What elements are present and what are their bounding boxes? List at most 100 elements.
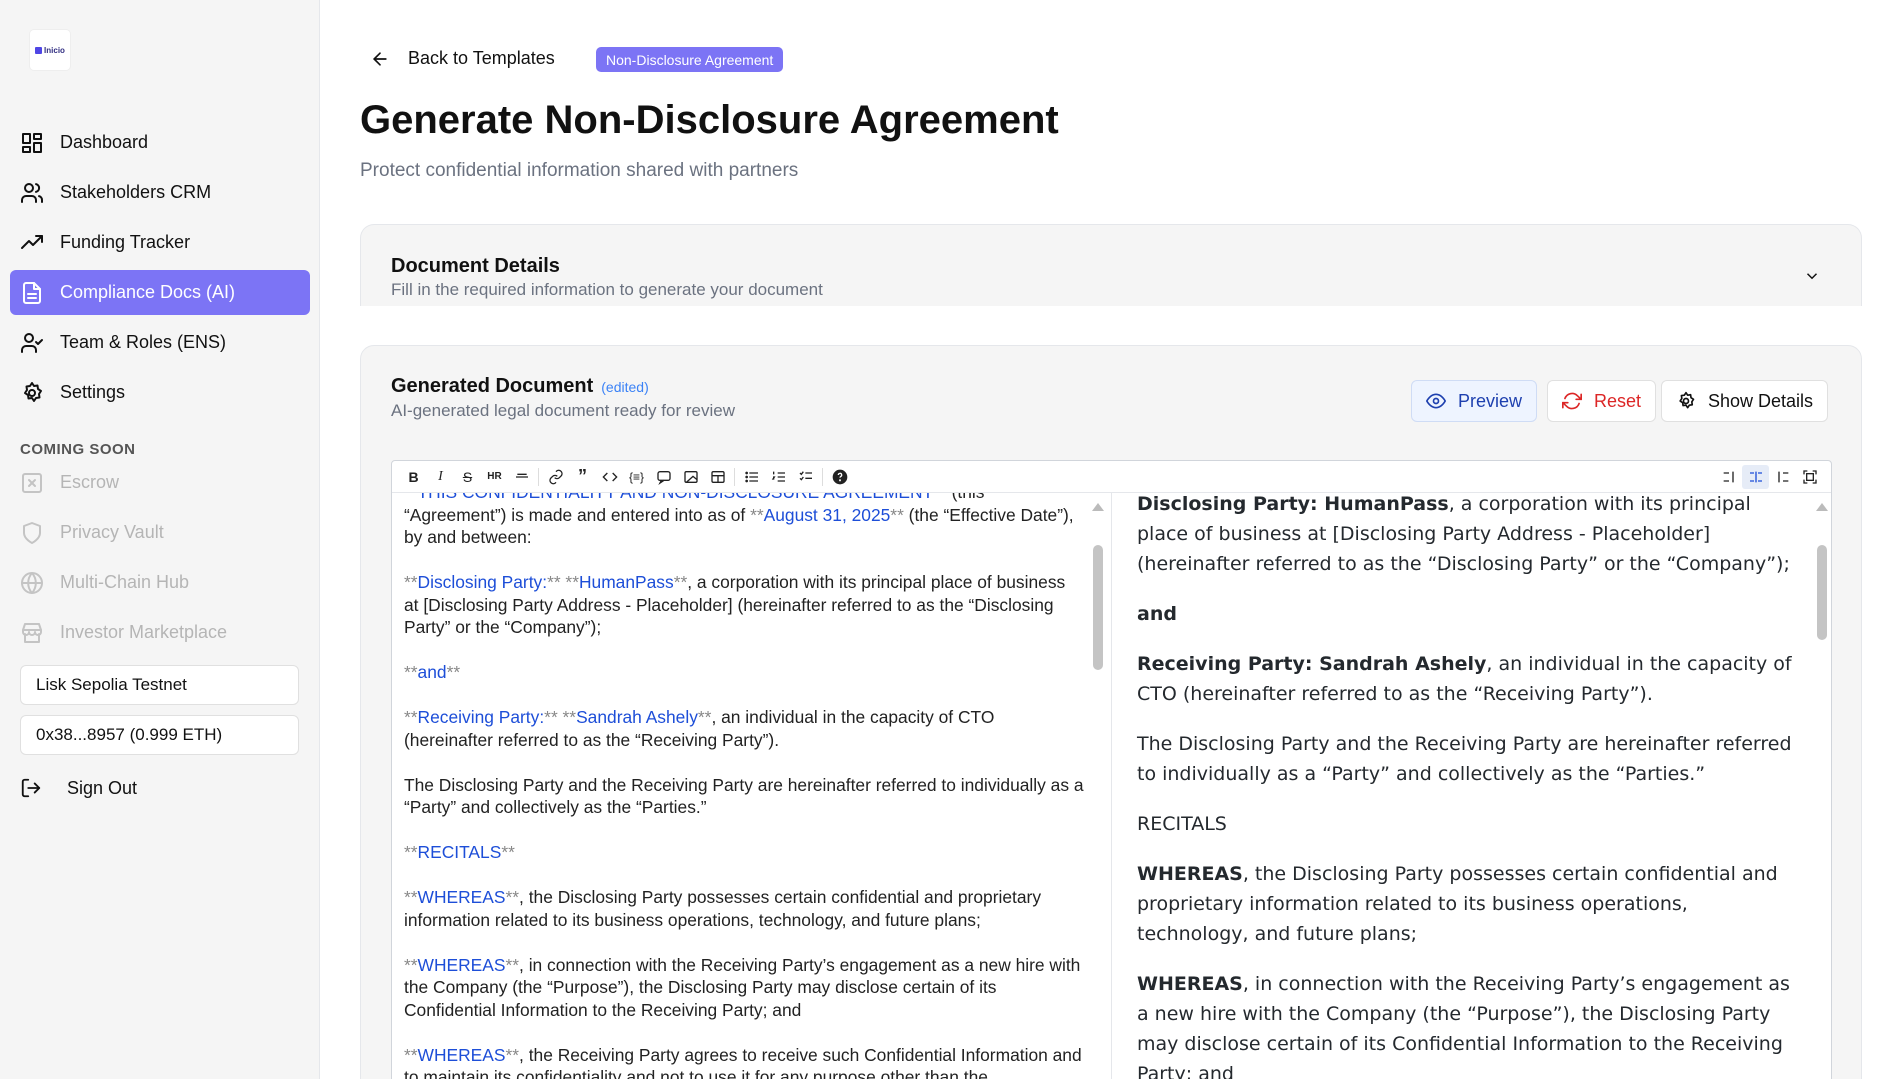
preview-pane[interactable]: Disclosing Party: HumanPass, a corporati… [1113, 493, 1831, 1079]
eye-icon [1426, 393, 1446, 409]
md-syntax: ** [446, 662, 461, 682]
list-icon [744, 471, 758, 482]
md-syntax: ** [501, 842, 515, 862]
document-details-card[interactable]: Document Details Fill in the required in… [360, 224, 1862, 306]
heading-button[interactable]: HR [481, 465, 508, 489]
markdown-source-pane[interactable]: **THIS CONFIDENTIALITY AND NON-DISCLOSUR… [392, 493, 1112, 1079]
help-button[interactable] [826, 465, 853, 489]
preview-scrollbar[interactable] [1817, 515, 1827, 1079]
back-to-templates-button[interactable]: Back to Templates [370, 48, 555, 69]
preview-button[interactable]: Preview [1411, 380, 1538, 422]
md-bold-text: August 31, 2025 [763, 504, 891, 525]
md-syntax: ** [404, 572, 418, 592]
reset-label: Reset [1594, 390, 1642, 411]
image-button[interactable] [677, 465, 704, 489]
show-details-label: Show Details [1708, 390, 1814, 411]
view-mode-controls [1715, 465, 1823, 489]
md-syntax: ** [505, 887, 520, 907]
page-title: Generate Non-Disclosure Agreement [360, 98, 1059, 142]
store-icon [22, 622, 42, 643]
code-button[interactable] [596, 465, 623, 489]
preview-mode-button[interactable] [1769, 465, 1796, 489]
md-syntax: ** ** [544, 707, 577, 727]
hr-button[interactable] [508, 465, 535, 489]
md-bold-text: WHEREAS [417, 954, 506, 975]
network-selector[interactable]: Lisk Sepolia Testnet [20, 665, 299, 705]
toolbar-divider [734, 467, 735, 486]
preview-bold: Disclosing Party: HumanPass [1137, 493, 1449, 515]
sidebar-item-label: Team & Roles (ENS) [60, 332, 227, 352]
checklist-icon [799, 470, 812, 481]
comment-button[interactable] [650, 465, 677, 489]
editor-scroll-thumb[interactable] [1093, 545, 1103, 670]
ordered-list-button[interactable] [765, 465, 792, 489]
split-mode-button[interactable] [1742, 465, 1769, 489]
refresh-icon [1562, 392, 1582, 410]
show-details-button[interactable]: Show Details [1661, 380, 1829, 422]
sidebar-item-dashboard[interactable]: Dashboard [10, 120, 310, 165]
quote-button[interactable]: ” [569, 465, 596, 489]
link-button[interactable] [542, 465, 569, 489]
sidebar-item-funding[interactable]: Funding Tracker [10, 220, 310, 265]
md-syntax: ** [404, 662, 418, 682]
fullscreen-button[interactable] [1796, 465, 1823, 489]
wallet-button[interactable]: 0x38...8957 (0.999 ETH) [20, 715, 299, 755]
edit-mode-button[interactable] [1715, 465, 1742, 489]
logo-text: Inicio [44, 45, 65, 55]
fullscreen-icon [1802, 470, 1817, 484]
md-syntax: ** [404, 954, 418, 975]
image-icon [683, 470, 698, 483]
preview-scroll-thumb[interactable] [1817, 545, 1827, 640]
dashboard-icon [22, 132, 42, 153]
app-logo[interactable]: Inicio [30, 30, 70, 70]
generated-document-card: Generated Document (edited) AI-generated … [360, 345, 1862, 1079]
sign-out-button[interactable]: Sign Out [20, 770, 137, 806]
sign-out-label: Sign Out [67, 777, 138, 798]
chevron-down-icon[interactable] [1803, 267, 1821, 285]
sidebar-item-compliance[interactable]: Compliance Docs (AI) [10, 270, 310, 315]
toolbar-divider [538, 467, 539, 486]
md-syntax: ** [673, 572, 688, 592]
preview-text: The Disclosing Party and the Receiving P… [1137, 733, 1792, 785]
sidebar-item-settings[interactable]: Settings [10, 370, 310, 415]
ordered-list-icon [771, 471, 785, 482]
md-bold-text: Sandrah Ashely [576, 707, 698, 727]
md-text: (this [952, 493, 985, 502]
sidebar: Inicio Dashboard Stakeholders CRM Fundin… [0, 0, 320, 1079]
x-square-icon [22, 472, 42, 493]
md-syntax: ** [890, 504, 904, 525]
checklist-button[interactable] [792, 465, 819, 489]
strikethrough-button[interactable]: S [454, 465, 481, 489]
bold-button[interactable]: B [400, 465, 427, 489]
editor-scrollbar[interactable] [1093, 515, 1103, 1079]
md-syntax: ** [404, 707, 418, 727]
scroll-up-arrow-icon[interactable] [1092, 503, 1104, 511]
main-content: Back to Templates Non-Disclosure Agreeme… [320, 0, 1904, 1079]
code-block-button[interactable]: {≡} [623, 465, 650, 489]
md-syntax: ** [750, 504, 764, 525]
markdown-source[interactable]: **THIS CONFIDENTIALITY AND NON-DISCLOSUR… [404, 493, 1084, 1079]
unordered-list-button[interactable] [738, 465, 765, 489]
md-bold-text: HumanPass [578, 572, 674, 592]
generated-document-subtitle: AI-generated legal document ready for re… [391, 401, 735, 420]
rendered-preview: Disclosing Party: HumanPass, a corporati… [1137, 493, 1797, 1079]
reset-button[interactable]: Reset [1547, 380, 1657, 422]
italic-button[interactable]: I [427, 465, 454, 489]
preview-bold: and [1137, 603, 1177, 625]
scroll-up-arrow-icon[interactable] [1816, 503, 1828, 511]
edited-badge: (edited) [601, 379, 649, 395]
sidebar-item-team[interactable]: Team & Roles (ENS) [10, 320, 310, 365]
table-icon [710, 470, 725, 483]
md-syntax: ** [404, 887, 418, 907]
sidebar-item-stakeholders[interactable]: Stakeholders CRM [10, 170, 310, 215]
md-syntax: ** [404, 842, 418, 862]
layout-left-icon [1723, 471, 1734, 483]
sidebar-item-label: Compliance Docs (AI) [60, 282, 236, 302]
toolbar-divider [822, 467, 823, 486]
md-bold-text: Disclosing Party: [417, 572, 548, 592]
sidebar-item-investor-marketplace: Investor Marketplace [10, 610, 310, 655]
sidebar-item-multichain: Multi-Chain Hub [10, 560, 310, 605]
generated-document-title: Generated Document (edited) [391, 375, 649, 398]
user-check-icon [21, 332, 43, 353]
table-button[interactable] [704, 465, 731, 489]
